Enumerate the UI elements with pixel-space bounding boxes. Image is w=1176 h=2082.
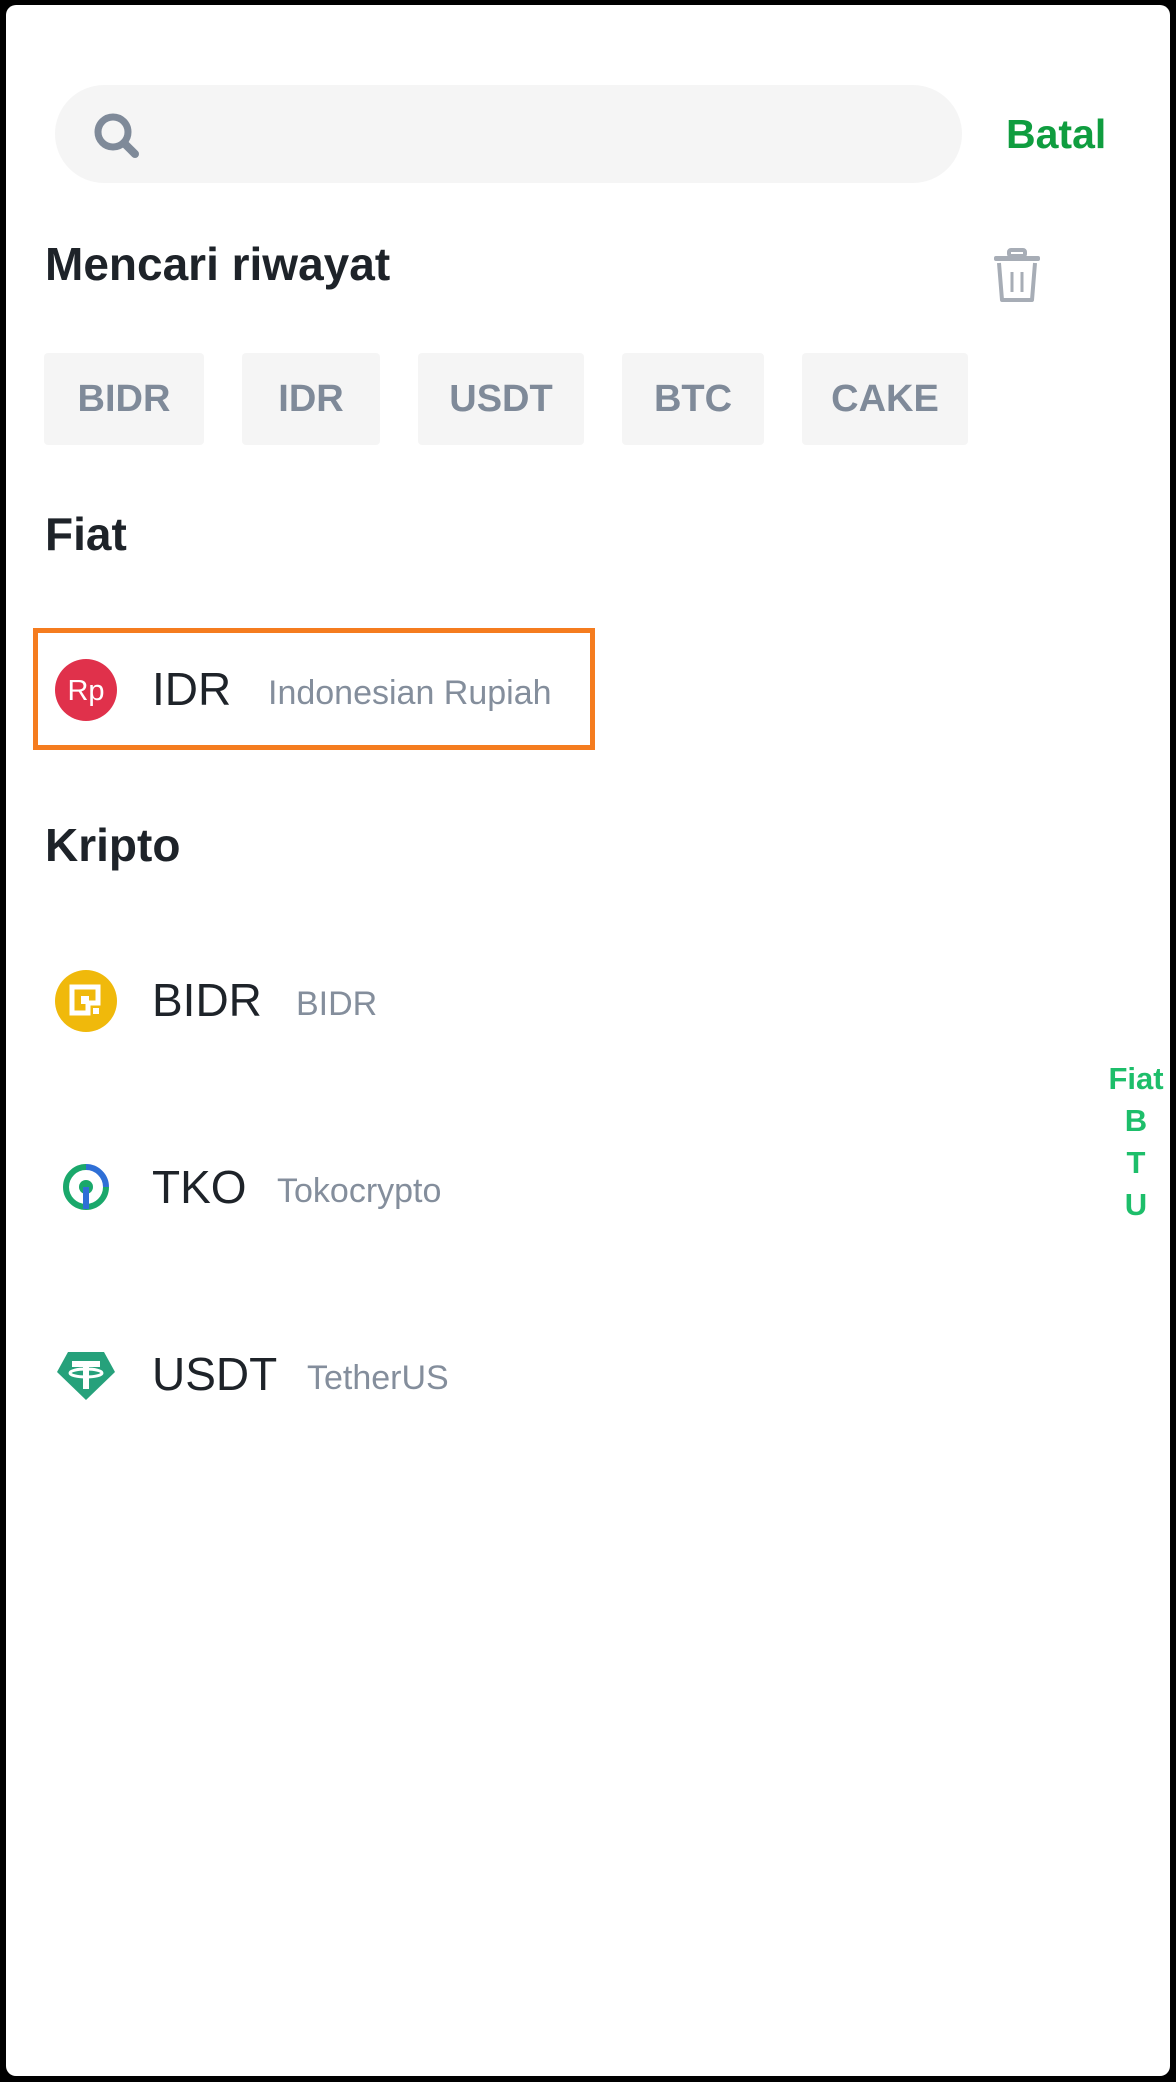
coin-symbol: IDR	[152, 663, 232, 715]
rupiah-icon: Rp	[55, 659, 117, 721]
history-chip[interactable]: IDR	[242, 353, 380, 445]
search-icon	[94, 113, 139, 158]
trash-icon[interactable]	[991, 248, 1043, 304]
fiat-section-title: Fiat	[45, 508, 127, 560]
screen: Batal Mencari riwayat BIDR IDR USDT BTC …	[6, 5, 1170, 2076]
history-chip[interactable]: CAKE	[802, 353, 968, 445]
cancel-button[interactable]: Batal	[1006, 111, 1106, 158]
index-item-u[interactable]: U	[1101, 1184, 1170, 1226]
history-chip[interactable]: BIDR	[44, 353, 204, 445]
search-input[interactable]	[165, 85, 939, 185]
bidr-icon	[55, 970, 117, 1032]
history-chip[interactable]: BTC	[622, 353, 764, 445]
coin-name: BIDR	[296, 985, 378, 1023]
index-item-t[interactable]: T	[1101, 1142, 1170, 1184]
svg-text:Rp: Rp	[67, 675, 104, 707]
index-item-b[interactable]: B	[1101, 1100, 1170, 1142]
coin-name: Indonesian Rupiah	[268, 674, 552, 712]
search-history-title: Mencari riwayat	[45, 238, 391, 290]
fiat-item-idr[interactable]: Rp IDR Indonesian Rupiah	[45, 644, 1125, 734]
coin-symbol: USDT	[152, 1348, 278, 1400]
coin-symbol: TKO	[152, 1161, 247, 1213]
index-bar: Fiat B T U	[1101, 1058, 1170, 1226]
coin-name: TetherUS	[307, 1359, 449, 1397]
crypto-item-tko[interactable]: TKO Tokocrypto	[45, 1142, 1125, 1232]
crypto-item-usdt[interactable]: USDT TetherUS	[45, 1329, 1125, 1419]
coin-name: Tokocrypto	[277, 1172, 442, 1210]
tokocrypto-icon	[63, 1164, 109, 1210]
history-chip[interactable]: USDT	[418, 353, 584, 445]
tether-icon	[57, 1352, 115, 1400]
index-item-fiat[interactable]: Fiat	[1101, 1058, 1170, 1100]
crypto-item-bidr[interactable]: BIDR BIDR	[45, 955, 1125, 1045]
search-bar[interactable]	[55, 85, 962, 185]
crypto-section-title: Kripto	[45, 819, 181, 871]
coin-symbol: BIDR	[152, 974, 262, 1026]
